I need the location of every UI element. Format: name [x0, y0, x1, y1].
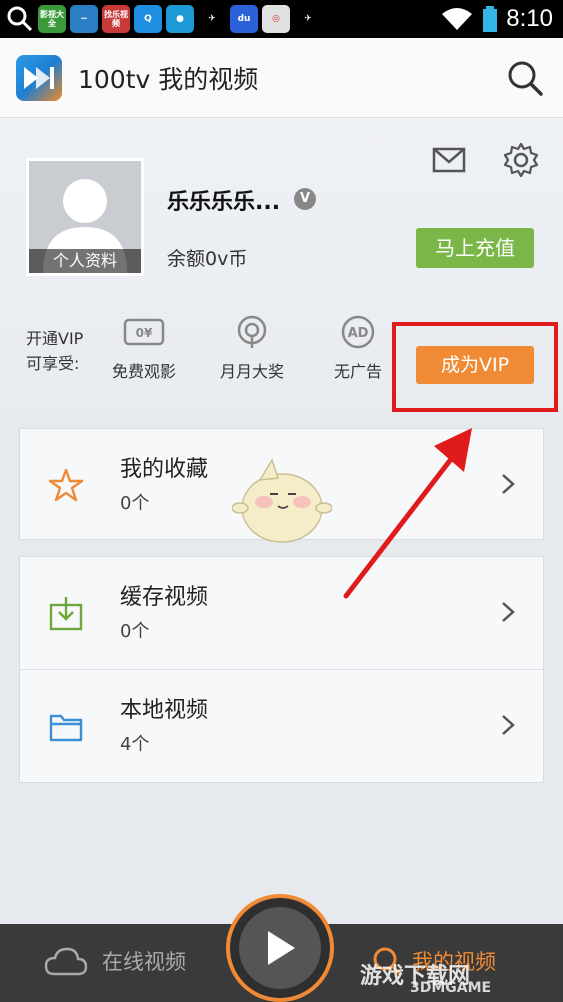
watermark-brand: 3DMGAME	[410, 980, 492, 996]
avatar[interactable]: 个人资料	[26, 158, 144, 276]
download-icon	[49, 597, 83, 631]
search-icon	[508, 61, 543, 96]
vip-intro-line1: 开通VIP	[26, 329, 84, 348]
cached-count: 0个	[120, 621, 150, 642]
vip-intro: 开通VIP 可享受:	[26, 326, 83, 376]
tab-online-videos[interactable]: 在线视频	[44, 946, 186, 976]
bird-icon-2: ✈	[304, 14, 312, 24]
mascot-icon	[232, 458, 332, 543]
clock: 8:10	[506, 5, 553, 32]
balance-text: 余额0v币	[167, 248, 248, 270]
cached-title: 缓存视频	[120, 585, 209, 610]
wifi-icon	[442, 8, 473, 30]
highlight-annotation	[392, 322, 558, 412]
app-logo-icon	[16, 54, 62, 101]
local-title: 本地视频	[120, 698, 209, 723]
browser-app-icon: ◎	[262, 5, 290, 33]
search-button[interactable]	[505, 58, 545, 98]
baidu-app-icon: du	[230, 5, 258, 33]
prize-icon	[237, 315, 267, 348]
no-ads-icon: AD	[341, 315, 375, 349]
username: 乐乐乐乐...	[167, 190, 281, 215]
local-count: 4个	[120, 734, 150, 755]
status-bar: 影视大全 ~ 找乐视频 Q ● ✈ du ◎ ✈ 8:10	[0, 0, 563, 38]
play-icon	[268, 931, 295, 965]
perk-free-movies: 0¥ 免费观影	[94, 314, 194, 382]
messenger-app-icon: ~	[70, 5, 98, 33]
settings-button[interactable]	[503, 142, 539, 178]
recharge-button[interactable]: 马上充值	[416, 228, 534, 268]
messages-button[interactable]	[432, 146, 466, 174]
vip-intro-line2: 可享受:	[26, 354, 80, 373]
perk-monthly-prize: 月月大奖	[202, 314, 302, 382]
video-app-icon: 影视大全	[38, 5, 66, 33]
search-status-icon	[7, 6, 33, 32]
svg-text:0¥: 0¥	[136, 326, 153, 340]
battery-icon	[483, 6, 498, 32]
cloud-icon	[44, 947, 88, 976]
profile-link[interactable]: 个人资料	[29, 249, 141, 273]
favorites-title: 我的收藏	[120, 457, 209, 482]
chevron-right-icon	[502, 602, 515, 622]
bird-icon: ✈	[208, 14, 216, 24]
folder-icon	[49, 714, 83, 742]
chevron-right-icon	[502, 474, 515, 494]
gear-icon	[503, 142, 539, 178]
mail-icon	[432, 147, 466, 173]
app-bar: 100tv 我的视频	[0, 38, 563, 118]
play-button[interactable]	[226, 894, 334, 1002]
chevron-right-icon	[502, 715, 515, 735]
tab-online-label: 在线视频	[102, 950, 186, 974]
page-title: 100tv 我的视频	[78, 64, 259, 94]
list-item-local[interactable]: 本地视频 4个	[20, 670, 543, 782]
play-button-inner	[239, 907, 321, 989]
find-video-app-icon: 找乐视频	[102, 5, 130, 33]
ticket-icon: 0¥	[123, 318, 165, 346]
svg-text:AD: AD	[348, 326, 369, 341]
frog-app-icon: ●	[166, 5, 194, 33]
favorites-count: 0个	[120, 493, 150, 514]
red-arrow-annotation	[343, 428, 472, 599]
vip-level-badge: V	[294, 188, 316, 210]
qq-app-icon: Q	[134, 5, 162, 33]
star-icon	[48, 468, 84, 502]
